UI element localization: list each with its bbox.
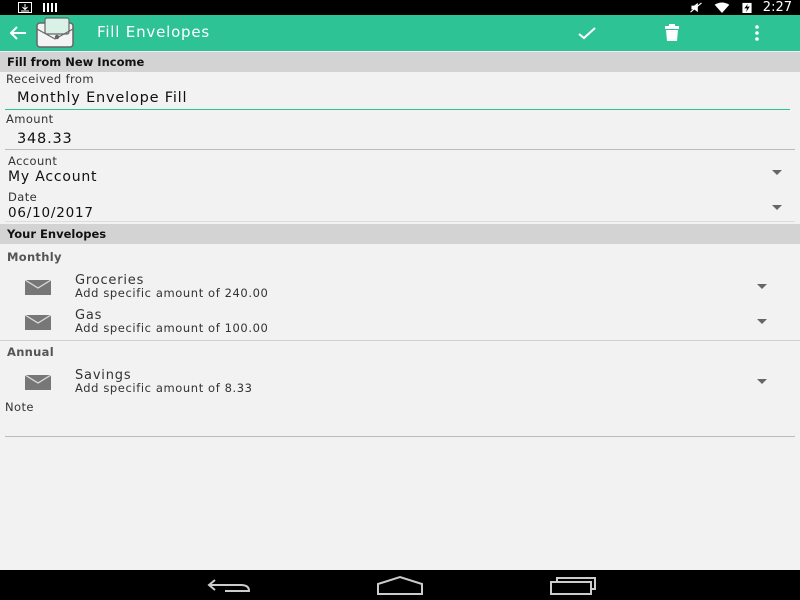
account-value: My Account	[8, 169, 98, 185]
envelope-dropdown-arrow-icon	[757, 379, 767, 384]
envelope-detail: Add specific amount of 240.00	[75, 286, 269, 300]
download-notification-icon	[18, 2, 32, 13]
note-input[interactable]	[5, 414, 795, 436]
battery-charging-icon	[742, 2, 752, 13]
date-value: 06/10/2017	[8, 205, 94, 221]
app-bar: Fill Envelopes	[0, 15, 800, 51]
amount-label: Amount	[6, 112, 54, 126]
envelope-row-groceries[interactable]: Groceries Add specific amount of 240.00	[0, 272, 800, 302]
amount-input[interactable]: 348.33	[5, 127, 795, 149]
date-underline	[5, 221, 795, 222]
envelope-dropdown-arrow-icon	[757, 319, 767, 324]
account-dropdown-arrow-icon	[772, 170, 782, 175]
amount-underline	[5, 149, 795, 150]
envelope-icon	[24, 314, 52, 330]
section-header-envelopes: Your Envelopes	[0, 224, 800, 244]
envelope-row-savings[interactable]: Savings Add specific amount of 8.33	[0, 367, 800, 397]
delete-icon[interactable]	[660, 21, 684, 45]
recents-nav-icon[interactable]	[548, 574, 598, 596]
note-label: Note	[5, 400, 34, 414]
muted-icon	[689, 2, 702, 13]
date-dropdown-arrow-icon	[772, 205, 782, 210]
envelope-detail: Add specific amount of 8.33	[75, 381, 253, 395]
envelope-row-gas[interactable]: Gas Add specific amount of 100.00	[0, 307, 800, 337]
back-arrow-icon[interactable]	[6, 21, 30, 45]
date-label: Date	[8, 190, 38, 204]
envelope-dropdown-arrow-icon	[757, 284, 767, 289]
amount-value: 348.33	[17, 131, 73, 147]
envelope-icon	[24, 374, 52, 390]
group-divider	[0, 340, 800, 341]
save-check-icon[interactable]	[575, 21, 599, 45]
received-from-label: Received from	[6, 72, 94, 86]
envelope-detail: Add specific amount of 100.00	[75, 321, 269, 335]
received-from-underline	[5, 109, 790, 110]
date-picker[interactable]: Date 06/10/2017	[0, 190, 800, 222]
navigation-bar	[0, 570, 800, 600]
group-label-monthly: Monthly	[7, 250, 62, 264]
home-nav-icon[interactable]	[375, 574, 425, 596]
section-header-income: Fill from New Income	[0, 52, 800, 72]
account-label: Account	[8, 154, 58, 168]
envelope-icon	[24, 279, 52, 295]
wifi-icon	[714, 2, 730, 13]
back-nav-icon[interactable]	[205, 574, 255, 596]
group-label-annual: Annual	[7, 345, 54, 359]
clock: 2:27	[762, 0, 792, 15]
received-from-value: Monthly Envelope Fill	[17, 90, 188, 106]
page-title: Fill Envelopes	[97, 23, 211, 41]
received-from-input[interactable]: Monthly Envelope Fill	[5, 86, 790, 110]
status-bar: 2:27	[0, 0, 800, 15]
barcode-notification-icon	[43, 3, 57, 12]
account-dropdown[interactable]: Account My Account	[0, 154, 800, 190]
overflow-menu-icon[interactable]	[745, 21, 769, 45]
note-underline	[5, 436, 795, 437]
app-logo-icon	[36, 17, 74, 48]
